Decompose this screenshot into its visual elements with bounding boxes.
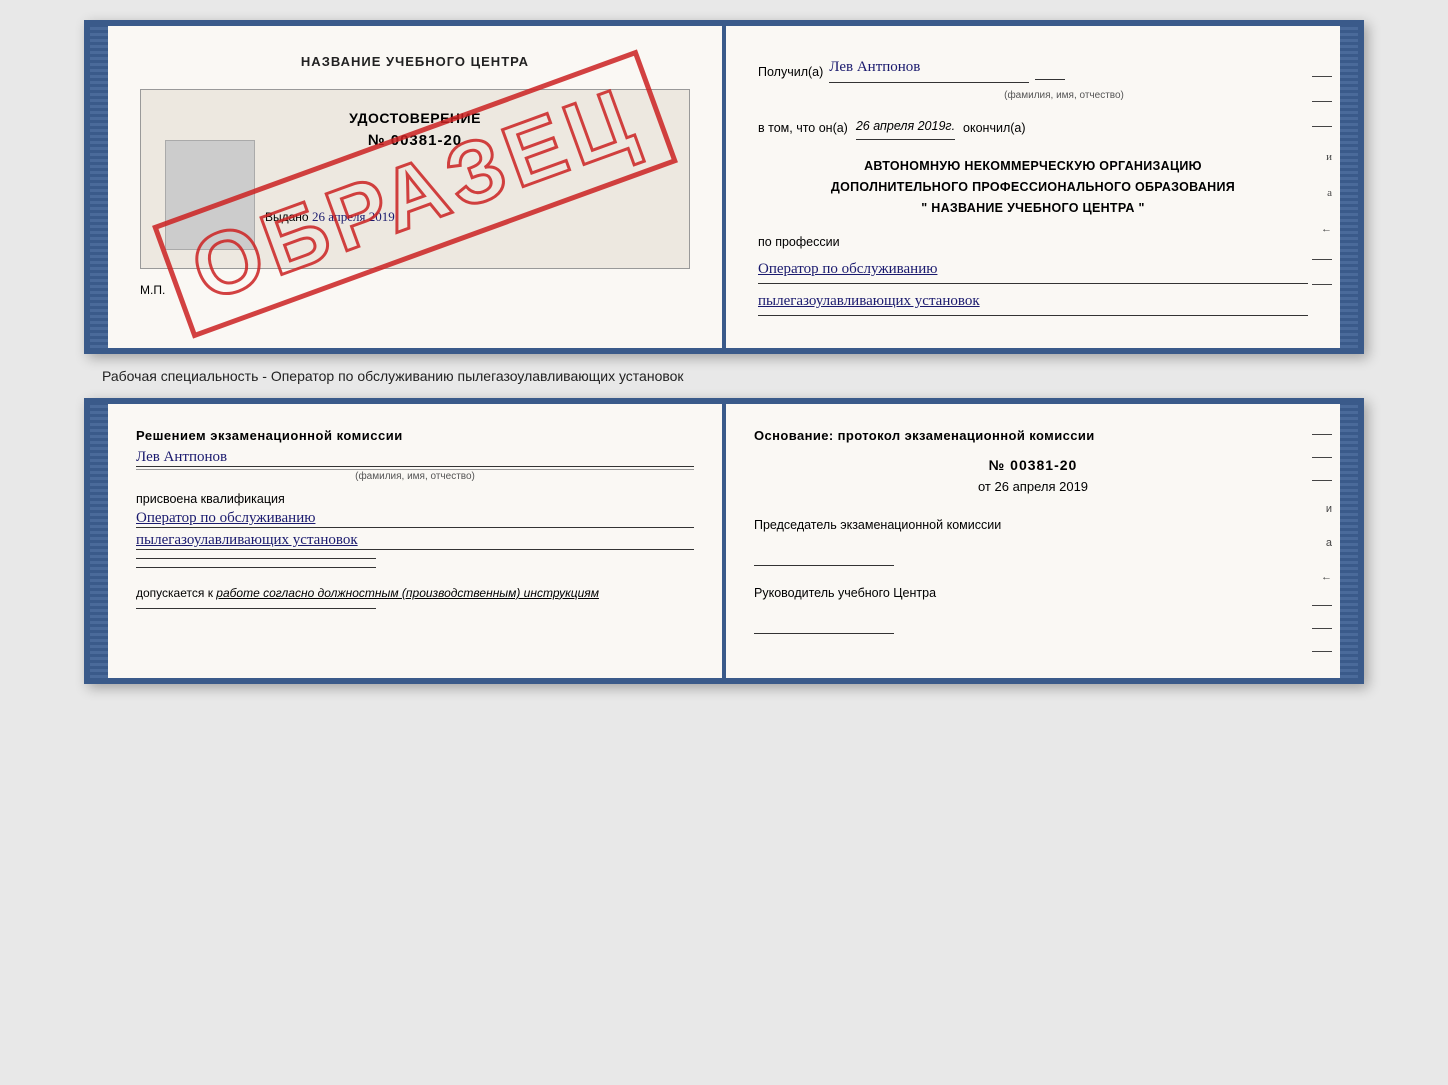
sig-line-1 xyxy=(136,558,376,559)
allowed-text: допускается к работе согласно должностны… xyxy=(136,586,694,600)
margin-dash-r5 xyxy=(1312,628,1332,629)
sig-line-2 xyxy=(136,567,376,568)
margin-label-ra: а xyxy=(1326,537,1332,549)
protocol-date-value: 26 апреля 2019 xyxy=(995,479,1089,494)
school-title: НАЗВАНИЕ УЧЕБНОГО ЦЕНТРА xyxy=(140,54,690,69)
margin-label-arrow: ← xyxy=(1321,223,1332,235)
photo-placeholder xyxy=(165,140,255,250)
received-label: Получил(а) xyxy=(758,61,823,84)
issued-label: Выдано xyxy=(265,210,309,224)
margin-dash-r3 xyxy=(1312,480,1332,481)
recipient-line: Получил(а) Лев Антпонов xyxy=(758,54,1308,83)
qualification-line1: Оператор по обслуживанию xyxy=(136,510,694,528)
recipient-sublabel: (фамилия, имя, отчество) xyxy=(820,87,1308,105)
top-right-page: Получил(а) Лев Антпонов (фамилия, имя, о… xyxy=(726,26,1340,348)
top-book-spread: НАЗВАНИЕ УЧЕБНОГО ЦЕНТРА УДОСТОВЕРЕНИЕ №… xyxy=(84,20,1364,354)
basis-heading: Основание: протокол экзаменационной коми… xyxy=(754,428,1312,443)
allowed-value: работе согласно должностным (производств… xyxy=(216,586,599,600)
completed-line: в том, что он(а) 26 апреля 2019г. окончи… xyxy=(758,115,1308,140)
qualification-line2: пылегазоулавливающих установок xyxy=(136,532,694,550)
decision-heading: Решением экзаменационной комиссии xyxy=(136,428,694,443)
margin-dash-3 xyxy=(1312,126,1332,127)
qualification-label: присвоена квалификация xyxy=(136,492,694,506)
top-left-page: НАЗВАНИЕ УЧЕБНОГО ЦЕНТРА УДОСТОВЕРЕНИЕ №… xyxy=(108,26,726,348)
issued-date: 26 апреля 2019 xyxy=(312,209,395,224)
margin-dash-2 xyxy=(1312,101,1332,102)
dash-after-name xyxy=(1035,79,1065,80)
margin-label-ri: и xyxy=(1326,503,1332,515)
margin-dash-1 xyxy=(1312,76,1332,77)
org-line2: ДОПОЛНИТЕЛЬНОГО ПРОФЕССИОНАЛЬНОГО ОБРАЗО… xyxy=(758,177,1308,198)
org-line1: АВТОНОМНУЮ НЕКОММЕРЧЕСКУЮ ОРГАНИЗАЦИЮ xyxy=(758,156,1308,177)
completed-prefix: в том, что он(а) xyxy=(758,117,848,140)
margin-dash-r1 xyxy=(1312,434,1332,435)
margin-dash-5 xyxy=(1312,284,1332,285)
org-block: АВТОНОМНУЮ НЕКОММЕРЧЕСКУЮ ОРГАНИЗАЦИЮ ДО… xyxy=(758,156,1308,220)
center-head-block: Руководитель учебного Центра xyxy=(754,586,1312,634)
cert-title: УДОСТОВЕРЕНИЕ xyxy=(165,110,665,126)
profession-label: по профессии xyxy=(758,231,1308,254)
org-line3: " НАЗВАНИЕ УЧЕБНОГО ЦЕНТРА " xyxy=(758,198,1308,219)
profession-line2: пылегазоулавливающих установок xyxy=(758,288,1308,316)
center-head-label: Руководитель учебного Центра xyxy=(754,586,1312,600)
margin-label-i: и xyxy=(1326,151,1332,163)
separator-text: Рабочая специальность - Оператор по обсл… xyxy=(102,368,684,384)
protocol-date: от 26 апреля 2019 xyxy=(754,479,1312,494)
certificate-area: УДОСТОВЕРЕНИЕ № 00381-20 Выдано 26 апрел… xyxy=(140,89,690,269)
margin-dash-r2 xyxy=(1312,457,1332,458)
cert-issued: Выдано 26 апреля 2019 xyxy=(265,209,665,225)
sig-line-3 xyxy=(136,608,376,609)
bottom-left-page: Решением экзаменационной комиссии Лев Ан… xyxy=(108,404,726,678)
center-head-sig-line xyxy=(754,618,894,634)
person-name: Лев Антпонов xyxy=(136,449,694,467)
person-sublabel: (фамилия, имя, отчество) xyxy=(136,469,694,482)
recipient-name: Лев Антпонов xyxy=(829,54,1029,83)
margin-dash-4 xyxy=(1312,259,1332,260)
margin-label-a: а xyxy=(1327,187,1332,199)
bottom-right-page: Основание: протокол экзаменационной коми… xyxy=(726,404,1340,678)
protocol-date-prefix: от xyxy=(978,479,991,494)
document-container: НАЗВАНИЕ УЧЕБНОГО ЦЕНТРА УДОСТОВЕРЕНИЕ №… xyxy=(84,20,1364,684)
margin-dash-r4 xyxy=(1312,605,1332,606)
margin-dash-r6 xyxy=(1312,651,1332,652)
bottom-book-spread: Решением экзаменационной комиссии Лев Ан… xyxy=(84,398,1364,684)
mp-label: М.П. xyxy=(140,283,690,297)
certificate-box: УДОСТОВЕРЕНИЕ № 00381-20 Выдано 26 апрел… xyxy=(140,89,690,269)
allowed-prefix: допускается к xyxy=(136,586,213,600)
completed-suffix: окончил(а) xyxy=(963,117,1025,140)
margin-label-rarrow: ← xyxy=(1321,571,1332,583)
chairman-block: Председатель экзаменационной комиссии xyxy=(754,518,1312,566)
protocol-number: № 00381-20 xyxy=(754,457,1312,473)
right-page-content: Получил(а) Лев Антпонов (фамилия, имя, о… xyxy=(758,54,1308,316)
chairman-label: Председатель экзаменационной комиссии xyxy=(754,518,1312,532)
chairman-sig-line xyxy=(754,550,894,566)
completed-date: 26 апреля 2019г. xyxy=(856,115,955,140)
profession-line1: Оператор по обслуживанию xyxy=(758,256,1308,284)
